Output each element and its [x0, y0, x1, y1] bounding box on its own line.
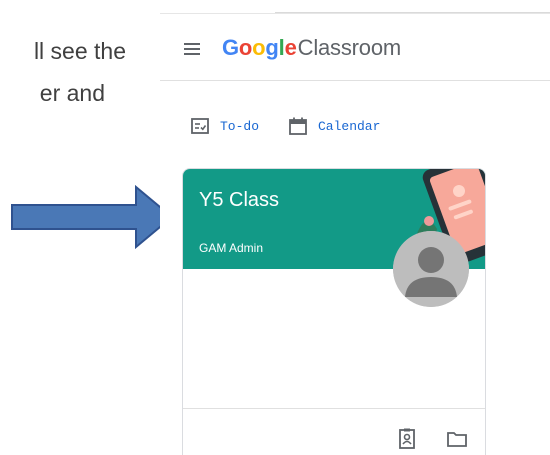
default-person-avatar-icon: [393, 231, 469, 307]
class-card[interactable]: Y5 Class GAM Admin: [182, 168, 486, 455]
calendar-label: Calendar: [318, 118, 381, 134]
app-bar: GoogleClassroom: [160, 14, 550, 81]
slide-text-line-1: ll see the: [33, 38, 126, 64]
google-wordmark: Google: [222, 35, 297, 60]
calendar-link[interactable]: Calendar: [288, 114, 380, 138]
class-card-footer: [183, 408, 485, 455]
class-title[interactable]: Y5 Class: [199, 189, 279, 212]
divider: [275, 12, 550, 13]
todo-link[interactable]: To-do: [190, 114, 259, 138]
app-name: Classroom: [297, 35, 402, 60]
right-arrow-pointer-icon: [11, 185, 174, 249]
todo-label: To-do: [220, 118, 260, 134]
calendar-icon: [289, 117, 307, 135]
slide-text: ll see the er and: [0, 30, 150, 114]
classroom-screenshot: GoogleClassroom To-do Calendar Y5 Class …: [160, 0, 550, 455]
class-owner: GAM Admin: [199, 241, 264, 255]
todo-checklist-icon: [191, 118, 209, 134]
portfolio-icon[interactable]: [395, 427, 419, 451]
app-logo[interactable]: GoogleClassroom: [222, 35, 401, 61]
slide-text-line-2: er and: [39, 80, 105, 106]
hamburger-menu-icon[interactable]: [184, 43, 202, 57]
folder-icon[interactable]: [445, 427, 469, 451]
teacher-avatar: [393, 231, 469, 307]
